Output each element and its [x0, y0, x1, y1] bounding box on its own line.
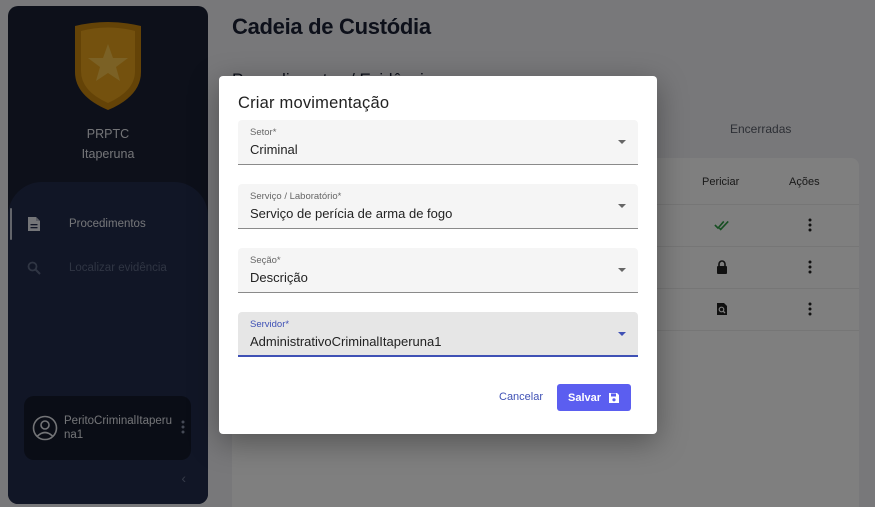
servidor-select[interactable]: Servidor* AdministrativoCriminalItaperun…	[238, 312, 638, 357]
servico-label: Serviço / Laboratório*	[250, 191, 342, 202]
servidor-label: Servidor*	[250, 319, 290, 330]
save-button[interactable]: Salvar	[557, 384, 631, 411]
secao-value: Descrição	[250, 270, 308, 285]
secao-label: Seção*	[250, 255, 281, 266]
dropdown-arrow-icon[interactable]	[618, 140, 626, 144]
setor-select[interactable]: Setor* Criminal	[238, 120, 638, 165]
secao-select[interactable]: Seção* Descrição	[238, 248, 638, 293]
save-icon	[609, 392, 620, 403]
dropdown-arrow-icon[interactable]	[618, 268, 626, 272]
dialog-title: Criar movimentação	[238, 94, 390, 112]
servidor-value: AdministrativoCriminalItaperuna1	[250, 334, 442, 349]
cancel-button[interactable]: Cancelar	[491, 384, 551, 410]
servico-value: Serviço de perícia de arma de fogo	[250, 206, 453, 221]
save-button-label: Salvar	[567, 391, 602, 404]
create-movement-dialog: Criar movimentação Setor* Criminal Servi…	[219, 76, 657, 434]
setor-value: Criminal	[250, 142, 298, 157]
setor-label: Setor*	[250, 127, 277, 138]
dropdown-arrow-icon[interactable]	[618, 204, 626, 208]
servico-laboratorio-select[interactable]: Serviço / Laboratório* Serviço de períci…	[238, 184, 638, 229]
dropdown-arrow-icon[interactable]	[618, 332, 626, 336]
